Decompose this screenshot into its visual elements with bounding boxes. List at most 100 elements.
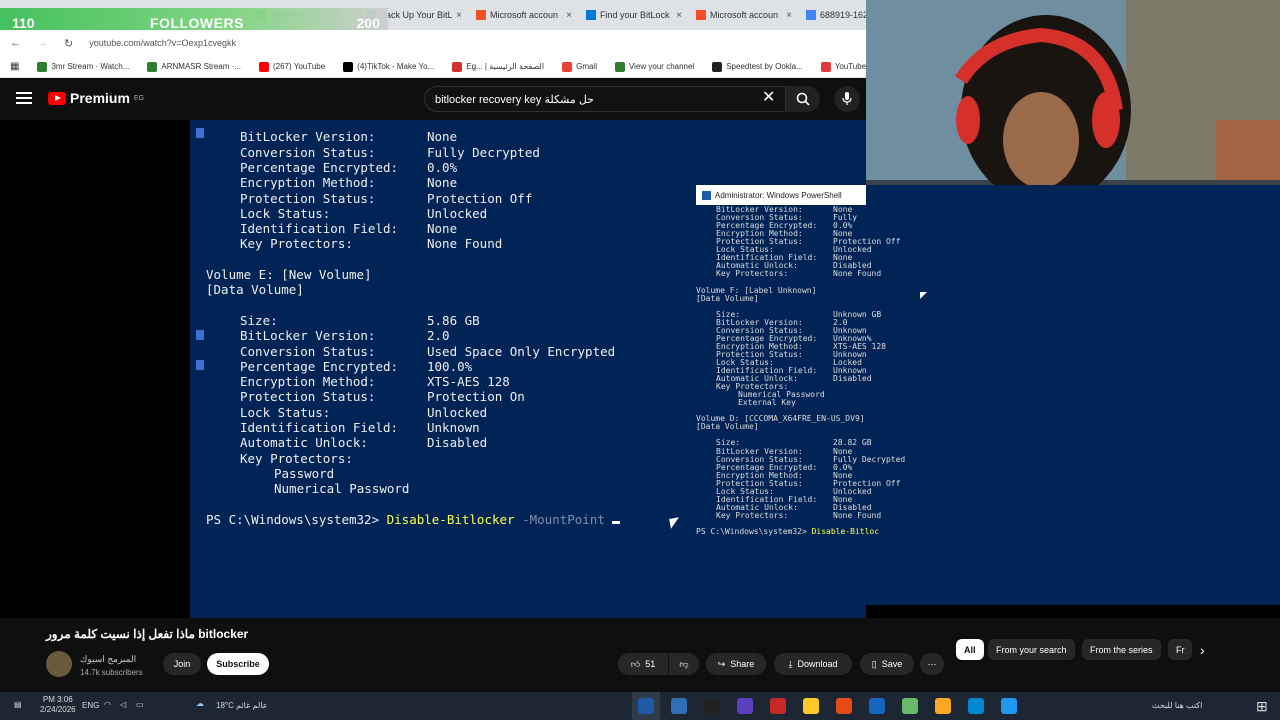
back-icon[interactable]: ← — [10, 37, 21, 49]
chip-from-search[interactable]: From your search — [988, 639, 1075, 660]
weather-text[interactable]: 18°C عالم غائم — [216, 701, 267, 710]
voice-search-button[interactable] — [834, 86, 860, 112]
browser-tab[interactable]: Find your BitLock × — [580, 4, 688, 26]
wifi-icon[interactable]: ◠ — [104, 700, 111, 709]
subscribe-button[interactable]: Subscribe — [207, 653, 269, 675]
terminal-icon[interactable] — [704, 698, 720, 714]
bookmark-item[interactable]: (267) YouTube — [258, 61, 325, 72]
chrome-alt-icon[interactable] — [1001, 698, 1017, 714]
terminal-value: 2.0 — [427, 328, 450, 344]
bookmark-item[interactable]: ARNMASR Stream ·... — [147, 61, 241, 72]
volume-icon[interactable]: ◁ — [120, 700, 126, 709]
close-icon[interactable]: × — [456, 10, 462, 21]
clock-date: 2/24/2026 — [40, 705, 76, 714]
brave-browser-icon[interactable] — [836, 698, 852, 714]
followers-goal: 200 — [356, 15, 380, 31]
url-text[interactable]: youtube.com/watch?v=Oexp1cvegkk — [89, 38, 236, 48]
scroll-marker — [196, 330, 204, 340]
terminal-label: Protection Status: — [240, 190, 376, 206]
tab-label: Back Up Your BitL — [379, 10, 453, 20]
store-icon[interactable] — [902, 698, 918, 714]
clock-time: PM 3:06 — [42, 695, 73, 704]
bookmark-label: Gmail — [576, 62, 597, 71]
download-label: Download — [797, 659, 838, 669]
like-button[interactable]: 👍︎ 51 — [618, 653, 668, 675]
taskview-icon[interactable] — [671, 698, 687, 714]
dislike-button[interactable]: 👎︎ — [669, 653, 699, 675]
folder-icon[interactable] — [935, 698, 951, 714]
terminal-value: Unlocked — [427, 205, 488, 221]
bookmark-item[interactable]: Speedtest by Ookla... — [712, 61, 803, 72]
terminal-label: Conversion Status: — [240, 144, 376, 160]
share-button[interactable]: ↪ Share — [706, 653, 766, 675]
powershell-window[interactable]: Administrator: Windows PowerShell BitLoc… — [696, 185, 1280, 605]
forward-icon[interactable]: → — [37, 37, 48, 49]
download-button[interactable]: ⤓ Download — [774, 653, 852, 675]
followers-label: FOLLOWERS — [150, 15, 244, 31]
discord-icon[interactable] — [737, 698, 753, 714]
browser-tab[interactable]: Microsoft accoun × — [470, 4, 578, 26]
command-line[interactable]: PS C:\Windows\system32> Disable-Bitloc — [696, 527, 879, 536]
key-protector: Numerical Password — [274, 481, 410, 497]
youtube-header: Premium EG bitlocker recovery key حل مشك… — [0, 78, 866, 120]
terminal-label: Encryption Method: — [240, 374, 376, 390]
youtube-play-icon — [48, 91, 66, 105]
battery-icon[interactable]: ▭ — [136, 700, 144, 709]
chip-more[interactable]: Fr — [1168, 639, 1192, 660]
search-input[interactable]: bitlocker recovery key حل مشكلة — [424, 86, 786, 112]
terminal-value: None — [427, 221, 458, 237]
close-icon[interactable]: × — [566, 10, 572, 21]
apps-grid-icon[interactable]: ▦ — [10, 61, 19, 72]
close-icon[interactable]: × — [786, 10, 792, 21]
brave-icon[interactable] — [770, 698, 786, 714]
bookmark-item[interactable]: (4)TikTok - Make Yo... — [343, 61, 434, 72]
terminal-value: Unknown — [427, 420, 480, 435]
chip-all[interactable]: All — [956, 639, 984, 660]
search-button[interactable] — [786, 86, 820, 112]
thumbs-down-icon: 👎︎ — [679, 658, 689, 669]
vscode-icon[interactable] — [869, 698, 885, 714]
bookmark-favicon-icon — [614, 61, 625, 72]
terminal-label: Size: — [240, 312, 278, 328]
command-line[interactable]: PS C:\Windows\system32> Disable-Bitlocke… — [206, 511, 621, 527]
chrome-icon[interactable] — [803, 698, 819, 714]
bookmark-item[interactable]: 3mr Stream · Watch... — [37, 61, 129, 72]
edge-icon[interactable] — [968, 698, 984, 714]
bookmark-favicon-icon — [147, 61, 158, 72]
terminal-label: Identification Field: — [240, 420, 399, 435]
terminal-value: Disabled — [833, 374, 872, 384]
command: Disable-Bitlocker — [386, 511, 523, 527]
prompt: PS C:\Windows\system32> — [696, 527, 812, 536]
logo-region: EG — [133, 94, 145, 102]
windows-start-icon[interactable]: ⊞ — [1256, 698, 1268, 715]
close-icon[interactable]: × — [676, 10, 682, 21]
bookmark-item[interactable]: View your channel — [614, 61, 694, 72]
chevron-right-icon[interactable]: › — [1200, 642, 1205, 658]
browser-tab[interactable]: Microsoft accoun × — [690, 4, 798, 26]
reload-icon[interactable]: ↻ — [64, 37, 73, 50]
volume-type: [Data Volume] — [206, 282, 304, 298]
bookmark-item[interactable]: Gmail — [562, 61, 597, 72]
youtube-logo[interactable]: Premium EG — [48, 90, 144, 106]
notification-icon[interactable]: ▤ — [14, 700, 22, 709]
search-box-placeholder[interactable]: اكتب هنا للبحث — [1152, 701, 1202, 710]
clear-search-icon[interactable]: ✕ — [762, 90, 775, 106]
bookmark-item[interactable]: Eg... | الصفحة الرئيسية — [452, 61, 544, 72]
menu-icon[interactable] — [16, 92, 32, 104]
terminal-value: None Found — [427, 236, 503, 252]
terminal-label: Percentage Encrypted: — [240, 358, 399, 374]
powershell-icon[interactable] — [638, 698, 654, 714]
text-cursor — [612, 520, 621, 524]
join-button[interactable]: Join — [163, 653, 201, 675]
language-indicator[interactable]: ENG — [82, 701, 99, 710]
more-actions-button[interactable]: ⋯ — [920, 653, 944, 675]
bookmarks-bar: ▦ 3mr Stream · Watch... ARNMASR Stream ·.… — [0, 56, 908, 78]
channel-avatar[interactable] — [46, 651, 72, 677]
microphone-icon — [842, 92, 852, 105]
key-protector: External Key — [738, 398, 796, 408]
powershell-titlebar[interactable]: Administrator: Windows PowerShell — [696, 185, 866, 205]
chip-from-series[interactable]: From the series — [1082, 639, 1161, 660]
channel-name[interactable]: المبرمج اسيوك — [80, 654, 136, 665]
channel-subscribers: 14.7k subscribers — [80, 668, 143, 677]
save-button[interactable]: ▯ Save — [860, 653, 914, 675]
